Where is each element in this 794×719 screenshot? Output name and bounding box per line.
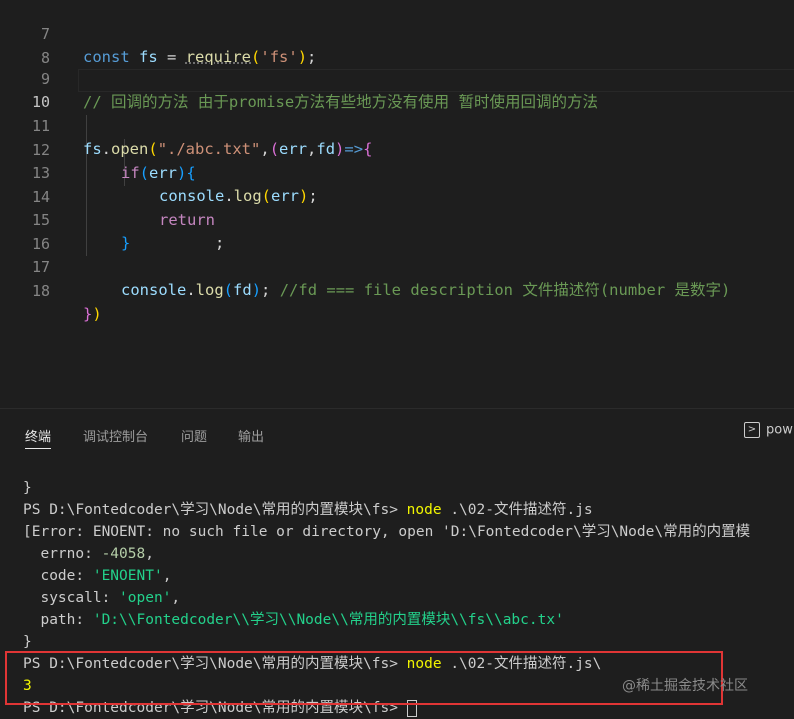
tab-output[interactable]: 输出	[238, 426, 264, 445]
command: node	[406, 502, 442, 518]
terminal-icon: >	[744, 422, 760, 438]
line-number: 18	[31, 281, 50, 300]
tab-problems[interactable]: 问题	[181, 426, 207, 445]
current-line-highlight	[78, 69, 794, 92]
comment: //fd === file description 文件描述符(number 是…	[279, 281, 731, 299]
code-line: 16	[0, 210, 50, 253]
keyword-const: const	[83, 48, 130, 66]
identifier-fs: fs	[139, 48, 158, 66]
keyword-if: if	[121, 163, 140, 182]
string-literal: "./abc.txt"	[157, 140, 261, 158]
annotation-highlight-box	[5, 651, 723, 705]
operator: =	[157, 48, 186, 66]
terminal-line: errno: -4058,	[23, 546, 154, 562]
terminal-line: [Error: ENOENT: no such file or director…	[23, 524, 751, 540]
tab-debug-console[interactable]: 调试控制台	[83, 426, 148, 445]
terminal-line: }	[23, 480, 32, 496]
code-line: 13 console.log(err);	[0, 139, 318, 205]
function-open: open	[111, 140, 149, 158]
code-line: 17 console.log(fd); //fd === file descri…	[0, 233, 730, 299]
code-line: 18 })	[0, 257, 102, 323]
terminal-line: syscall: 'open',	[23, 590, 181, 606]
terminal-shell-selector[interactable]: > pow	[744, 422, 793, 438]
indent-guide	[86, 115, 87, 256]
code-line: 11 fs.open("./abc.txt",(err,fd)=>{	[0, 92, 372, 158]
bottom-panel: 终端 调试控制台 问题 输出 > pow } PS D:\Fontedcoder\…	[0, 408, 794, 717]
code-line: 7 const fs = require('fs');	[0, 0, 316, 66]
code-editor[interactable]: 7 const fs = require('fs'); 8 9 // 回调的方法…	[0, 0, 794, 408]
function-require: require	[185, 48, 252, 66]
terminal-line: code: 'ENOENT',	[23, 568, 172, 584]
code-line: 8	[0, 24, 50, 67]
terminal-line: PS D:\Fontedcoder\学习\Node\常用的内置模块\fs> no…	[23, 502, 593, 518]
terminal-line: }	[23, 634, 32, 650]
code-line: 10	[0, 68, 50, 111]
code-line: 15 }	[0, 186, 130, 252]
panel-tabs: 终端 调试控制台 问题 输出	[0, 409, 794, 459]
string-literal: 'fs'	[260, 48, 298, 66]
code-line: 14 return ;	[0, 163, 224, 252]
keyword-return: return	[159, 210, 215, 229]
comment: // 回调的方法 由于promise方法有些地方没有使用 暂时使用回调的方法	[83, 92, 598, 111]
code-line: 9 // 回调的方法 由于promise方法有些地方没有使用 暂时使用回调的方法	[0, 45, 598, 111]
watermark: @稀土掘金技术社区	[622, 678, 748, 694]
terminal-line: path: 'D:\\Fontedcoder\\学习\\Node\\常用的内置模…	[23, 612, 564, 628]
tab-terminal[interactable]: 终端	[25, 426, 52, 449]
code-line: 12 if(err){	[0, 116, 196, 182]
shell-label: pow	[766, 422, 793, 438]
